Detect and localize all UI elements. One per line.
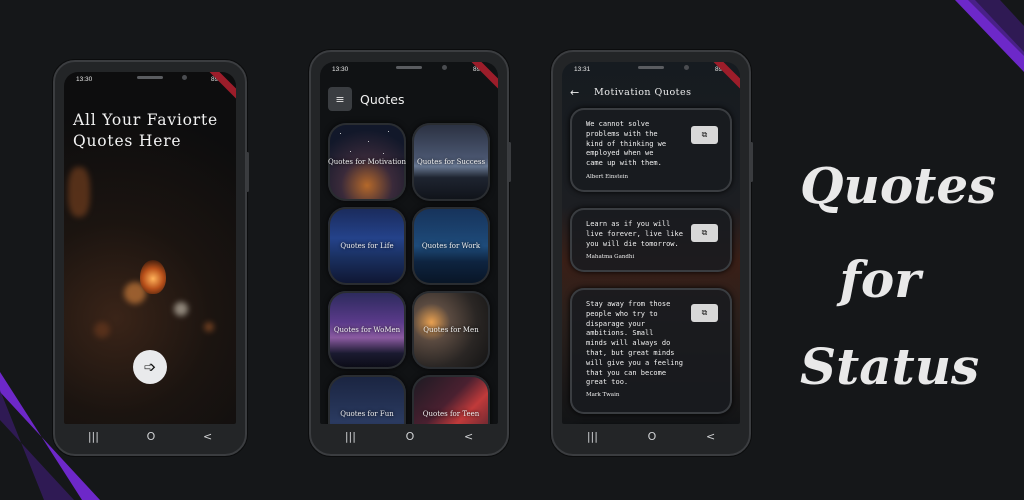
quote-card: We cannot solve problems with the kind of … (570, 108, 732, 192)
category-tile-life[interactable]: Quotes for Life (328, 207, 406, 285)
recent-apps-icon[interactable]: ||| (88, 430, 99, 443)
promo-line-for: for (839, 250, 921, 309)
copy-button[interactable]: ⧉ (691, 304, 718, 322)
welcome-screen: 13:30 89% All Your Faviorte Quotes Here … (64, 72, 236, 424)
phone-welcome: 13:30 89% All Your Faviorte Quotes Here … (53, 60, 249, 456)
status-time: 13:30 (76, 75, 93, 83)
category-tile-motivation[interactable]: Quotes for Motivation (328, 123, 406, 201)
system-nav-bar: ||| O < (320, 426, 498, 446)
back-icon[interactable]: < (464, 430, 473, 443)
promo-line-status: Status (800, 337, 980, 396)
menu-button[interactable]: ≡ (328, 87, 352, 111)
quote-card: Learn as if you will live forever, live l… (570, 208, 732, 272)
category-tile-men[interactable]: Quotes for Men (412, 291, 490, 369)
quote-text: We cannot solve problems with the kind of … (586, 120, 667, 168)
system-nav-bar: ||| O < (64, 426, 236, 446)
app-bar: ≡ Quotes (320, 84, 498, 114)
category-tile-success[interactable]: Quotes for Success (412, 123, 490, 201)
home-icon[interactable]: O (147, 430, 156, 443)
home-icon[interactable]: O (648, 430, 657, 443)
categories-screen: 13:30 89% ≡ Quotes Quotes for Motivation… (320, 62, 498, 424)
lightbulb-image (140, 260, 166, 294)
next-arrow-button[interactable]: ➩ (133, 350, 167, 384)
quote-author: Mark Twain (586, 392, 620, 398)
copy-icon: ⧉ (701, 130, 708, 139)
welcome-headline: All Your Faviorte Quotes Here (73, 111, 218, 150)
quote-card: Stay away from those people who try to dis… (570, 288, 732, 414)
back-icon[interactable]: < (706, 430, 715, 443)
copy-button[interactable]: ⧉ (691, 224, 718, 242)
status-bar: 13:30 89% (320, 62, 498, 76)
home-icon[interactable]: O (406, 430, 415, 443)
quote-author: Mahatma Gandhi (586, 254, 635, 260)
recent-apps-icon[interactable]: ||| (587, 430, 598, 443)
promo-line-quotes: Quotes (800, 156, 997, 215)
page-title: Motivation Quotes (594, 87, 692, 98)
category-tile-teen[interactable]: Quotes for Teen (412, 375, 490, 424)
back-icon[interactable]: < (203, 430, 212, 443)
category-tile-fun[interactable]: Quotes for Fun (328, 375, 406, 424)
arrow-right-icon: ➩ (143, 358, 157, 376)
copy-icon: ⧉ (701, 308, 708, 317)
quote-author: Albert Einstein (586, 174, 628, 180)
quote-text: Stay away from those people who try to dis… (586, 300, 683, 387)
status-time: 13:31 (574, 65, 591, 73)
status-time: 13:30 (332, 65, 349, 73)
copy-button[interactable]: ⧉ (691, 126, 718, 144)
system-nav-bar: ||| O < (562, 426, 740, 446)
category-tile-women[interactable]: Quotes for WoMen (328, 291, 406, 369)
category-tile-work[interactable]: Quotes for Work (412, 207, 490, 285)
back-arrow-icon[interactable]: ← (570, 86, 579, 99)
phone-categories: 13:30 89% ≡ Quotes Quotes for Motivation… (309, 50, 511, 456)
phone-quotes-list: 13:31 89% ← Motivation Quotes We cannot … (551, 50, 753, 456)
recent-apps-icon[interactable]: ||| (345, 430, 356, 443)
hamburger-icon: ≡ (335, 92, 345, 106)
category-grid: Quotes for Motivation Quotes for Success… (328, 123, 496, 424)
quote-text: Learn as if you will live forever, live l… (586, 220, 683, 248)
page-title: Quotes (360, 91, 405, 107)
status-bar: 13:31 89% (562, 62, 740, 76)
copy-icon: ⧉ (701, 228, 708, 237)
status-bar: 13:30 89% (64, 72, 236, 86)
quotes-screen: 13:31 89% ← Motivation Quotes We cannot … (562, 62, 740, 424)
